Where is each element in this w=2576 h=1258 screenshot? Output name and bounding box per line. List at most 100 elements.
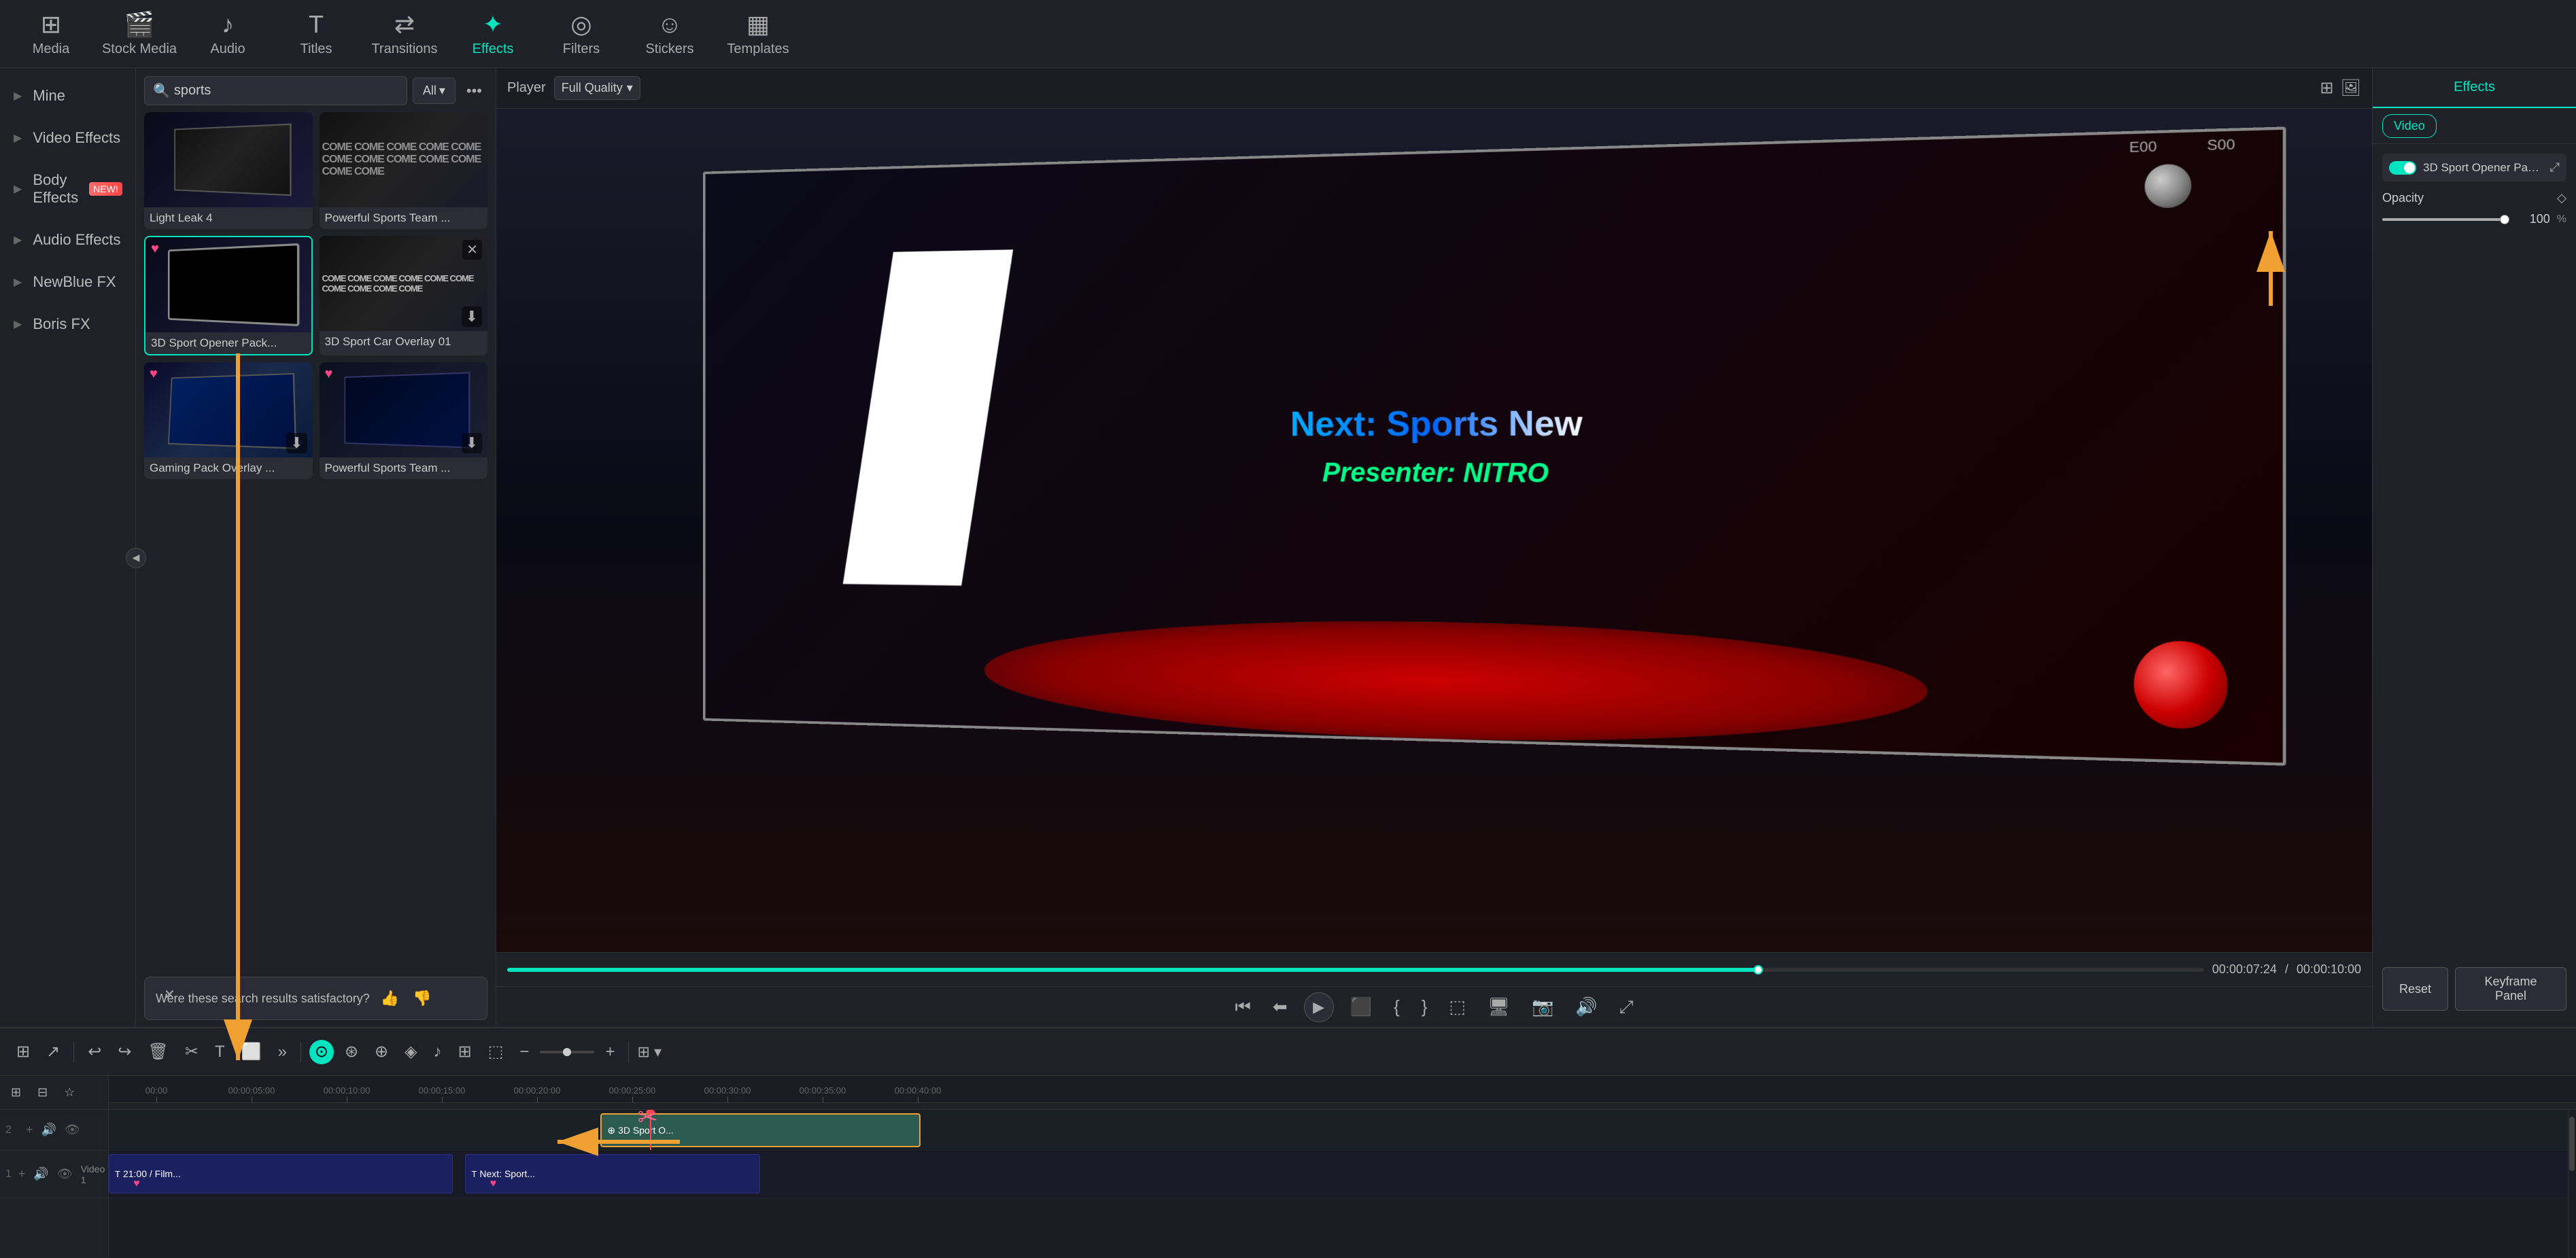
sidebar-item-boris-fx[interactable]: ▶ Boris FX <box>0 303 135 345</box>
track-ai-button[interactable]: ☆ <box>58 1081 80 1104</box>
diamond-icon[interactable]: ◇ <box>2557 191 2566 205</box>
track-1-eye-button[interactable]: 👁 <box>56 1166 74 1183</box>
expand-icon[interactable]: ⤢ <box>2550 160 2560 175</box>
powerful2-download-button[interactable]: ⬇ <box>462 433 482 453</box>
skip-back-button[interactable]: ⏮ <box>1229 994 1256 1021</box>
player-area: Player Full Quality ▾ ⊞ 🖼 Next: Sports N… <box>496 68 2372 1027</box>
toolbar-item-stock-media[interactable]: 🎬 Stock Media <box>95 3 184 65</box>
sidebar-item-mine[interactable]: ▶ Mine <box>0 75 135 117</box>
zoom-slider[interactable] <box>540 1051 594 1053</box>
effect-card-powerful-sports-1[interactable]: COME COME COME COME COME COME COME COME … <box>320 112 488 229</box>
text-tool-button[interactable]: T <box>209 1038 230 1066</box>
sub-tab-video[interactable]: Video <box>2382 114 2437 138</box>
filter-button[interactable]: All ▾ <box>413 77 456 104</box>
effect-card-light-leak-4[interactable]: Light Leak 4 <box>144 112 313 229</box>
keyframe-panel-button[interactable]: Keyframe Panel <box>2455 967 2566 1011</box>
plus-button[interactable]: + <box>600 1038 620 1066</box>
effect-card-gaming-pack[interactable]: ♥ ⬇ Gaming Pack Overlay ... <box>144 362 313 479</box>
sidebar-item-body-effects[interactable]: ▶ Body Effects NEW! <box>0 159 135 219</box>
effect-toggle-switch[interactable] <box>2389 161 2416 175</box>
photo-view-button[interactable]: 🖼 <box>2341 78 2361 98</box>
cut-button[interactable]: ✂ <box>179 1038 204 1066</box>
frame-back-button[interactable]: ⬅ <box>1267 994 1293 1020</box>
ruler-marks: 00:00 00:00:05:00 00:00:10:00 00:00:15:0… <box>109 1085 2576 1102</box>
toolbar-item-stickers[interactable]: ☺ Stickers <box>625 3 714 65</box>
track-1-add-button[interactable]: + <box>17 1166 27 1183</box>
crop-tool-button[interactable]: ⬜ <box>236 1038 267 1066</box>
opacity-slider-row: 100 % <box>2382 212 2566 226</box>
ruler-label-4: 00:00:20:00 <box>514 1085 561 1096</box>
track-2-volume-button[interactable]: 🔊 <box>40 1121 58 1138</box>
clip-icon-effect: ⊕ <box>607 1125 615 1136</box>
effect-card-3d-sport-car[interactable]: ✕ COME COME COME COME COME COME COME COM… <box>320 236 488 355</box>
mask-button[interactable]: ◈ <box>399 1038 422 1066</box>
redo-button[interactable]: ↪ <box>112 1038 137 1066</box>
stop-button[interactable]: ⬛ <box>1345 994 1377 1020</box>
toolbar-item-effects[interactable]: ✦ Effects <box>449 3 537 65</box>
speed-button[interactable]: ⊕ <box>369 1038 394 1066</box>
pointer-button[interactable]: ↗ <box>41 1038 65 1066</box>
monitor-button[interactable]: 🖥 <box>1482 994 1515 1020</box>
grid-layout-button[interactable]: ⊞ ▾ <box>637 1043 662 1061</box>
time-progress-bar[interactable] <box>507 968 2204 972</box>
effect-download-button[interactable]: ⬇ <box>462 307 482 327</box>
track-link-button[interactable]: ⊟ <box>32 1081 53 1104</box>
effect-name-label: 3D Sport Opener Pack... <box>2423 161 2543 175</box>
toolbar-item-media[interactable]: ⊞ Media <box>7 3 95 65</box>
track-1-volume-button[interactable]: 🔊 <box>32 1166 50 1183</box>
quality-select[interactable]: Full Quality ▾ <box>554 76 640 100</box>
sidebar-item-video-effects[interactable]: ▶ Video Effects <box>0 117 135 159</box>
grid-view-button[interactable]: ⊞ <box>2320 78 2333 98</box>
mark-out-button[interactable]: } <box>1416 994 1433 1020</box>
toolbar-item-filters[interactable]: ◎ Filters <box>537 3 625 65</box>
sidebar-item-newblue-fx[interactable]: ▶ NewBlue FX <box>0 261 135 303</box>
sidebar-item-audio-effects[interactable]: ▶ Audio Effects <box>0 219 135 261</box>
record-button[interactable]: ⊙ <box>309 1040 334 1064</box>
satisfaction-close-button[interactable]: ✕ <box>153 977 479 1013</box>
delete-button[interactable]: 🗑 <box>142 1038 173 1066</box>
track-snap-button[interactable]: ⊞ <box>5 1081 27 1104</box>
split-button[interactable]: ⬚ <box>1443 994 1471 1020</box>
divider-3 <box>628 1042 629 1062</box>
fullscreen-button[interactable]: ⤢ <box>1614 994 1639 1021</box>
volume-button[interactable]: 🔊 <box>1570 994 1602 1020</box>
main-area: ▶ Mine ▶ Video Effects ▶ Body Effects NE… <box>0 68 2576 1027</box>
quality-label: Full Quality <box>562 81 623 95</box>
effect-thumb-gaming-pack: ♥ ⬇ <box>144 362 313 457</box>
multi-cam-button[interactable]: ⊞ <box>453 1038 477 1066</box>
sidebar-boris-label: Boris FX <box>33 315 90 333</box>
snap-button[interactable]: ⊞ <box>11 1038 35 1066</box>
track-2-eye-button[interactable]: 👁 <box>63 1121 82 1138</box>
more-options-button[interactable]: ••• <box>461 80 487 103</box>
search-box[interactable]: 🔍 <box>144 76 407 105</box>
minus-button[interactable]: − <box>514 1038 534 1066</box>
toolbar-item-templates[interactable]: ▦ Templates <box>714 3 802 65</box>
track-secondary-toolbar: ⊞ ⊟ ☆ 00:00 00:00:05:00 00:00:10:00 <box>0 1076 2576 1110</box>
current-time-label: 00:00:07:24 <box>2212 962 2277 977</box>
search-input[interactable] <box>174 83 398 99</box>
toolbar-item-titles[interactable]: T Titles <box>272 3 360 65</box>
vertical-scrollbar[interactable] <box>2568 1110 2576 1258</box>
audio-stretch-button[interactable]: ♪ <box>428 1038 447 1066</box>
opacity-slider[interactable] <box>2382 218 2509 221</box>
mark-in-button[interactable]: { <box>1388 994 1405 1020</box>
undo-button[interactable]: ↩ <box>82 1038 107 1066</box>
toolbar-item-transitions[interactable]: ⇄ Transitions <box>360 3 449 65</box>
tab-effects[interactable]: Effects <box>2373 68 2576 108</box>
track-2-add-button[interactable]: + <box>24 1121 35 1138</box>
reset-button[interactable]: Reset <box>2382 967 2448 1011</box>
camera-button[interactable]: 📷 <box>1526 994 1559 1020</box>
more-tools-button[interactable]: » <box>273 1038 292 1066</box>
effect-card-powerful-sports-2[interactable]: ♥ ⬇ Powerful Sports Team ... <box>320 362 488 479</box>
player-icons-right: ⊞ 🖼 <box>2320 78 2361 98</box>
effect-card-3d-sport-opener[interactable]: ♥ 3D Sport Opener Pack... <box>144 236 313 355</box>
sidebar-collapse-button[interactable]: ◀ <box>126 548 146 568</box>
clip-video-1[interactable]: T 21:00 / Film... <box>109 1154 453 1193</box>
preview-background: Next: Sports New Presenter: NITRO E00 S0… <box>496 109 2372 952</box>
motion-track-button[interactable]: ⊛ <box>339 1038 364 1066</box>
toolbar-item-audio[interactable]: ♪ Audio <box>184 3 272 65</box>
clip-video-2[interactable]: T Next: Sport... <box>465 1154 760 1193</box>
ai-button[interactable]: ⬚ <box>483 1038 509 1066</box>
play-button[interactable]: ▶ <box>1304 992 1334 1022</box>
gaming-download-button[interactable]: ⬇ <box>286 433 307 453</box>
